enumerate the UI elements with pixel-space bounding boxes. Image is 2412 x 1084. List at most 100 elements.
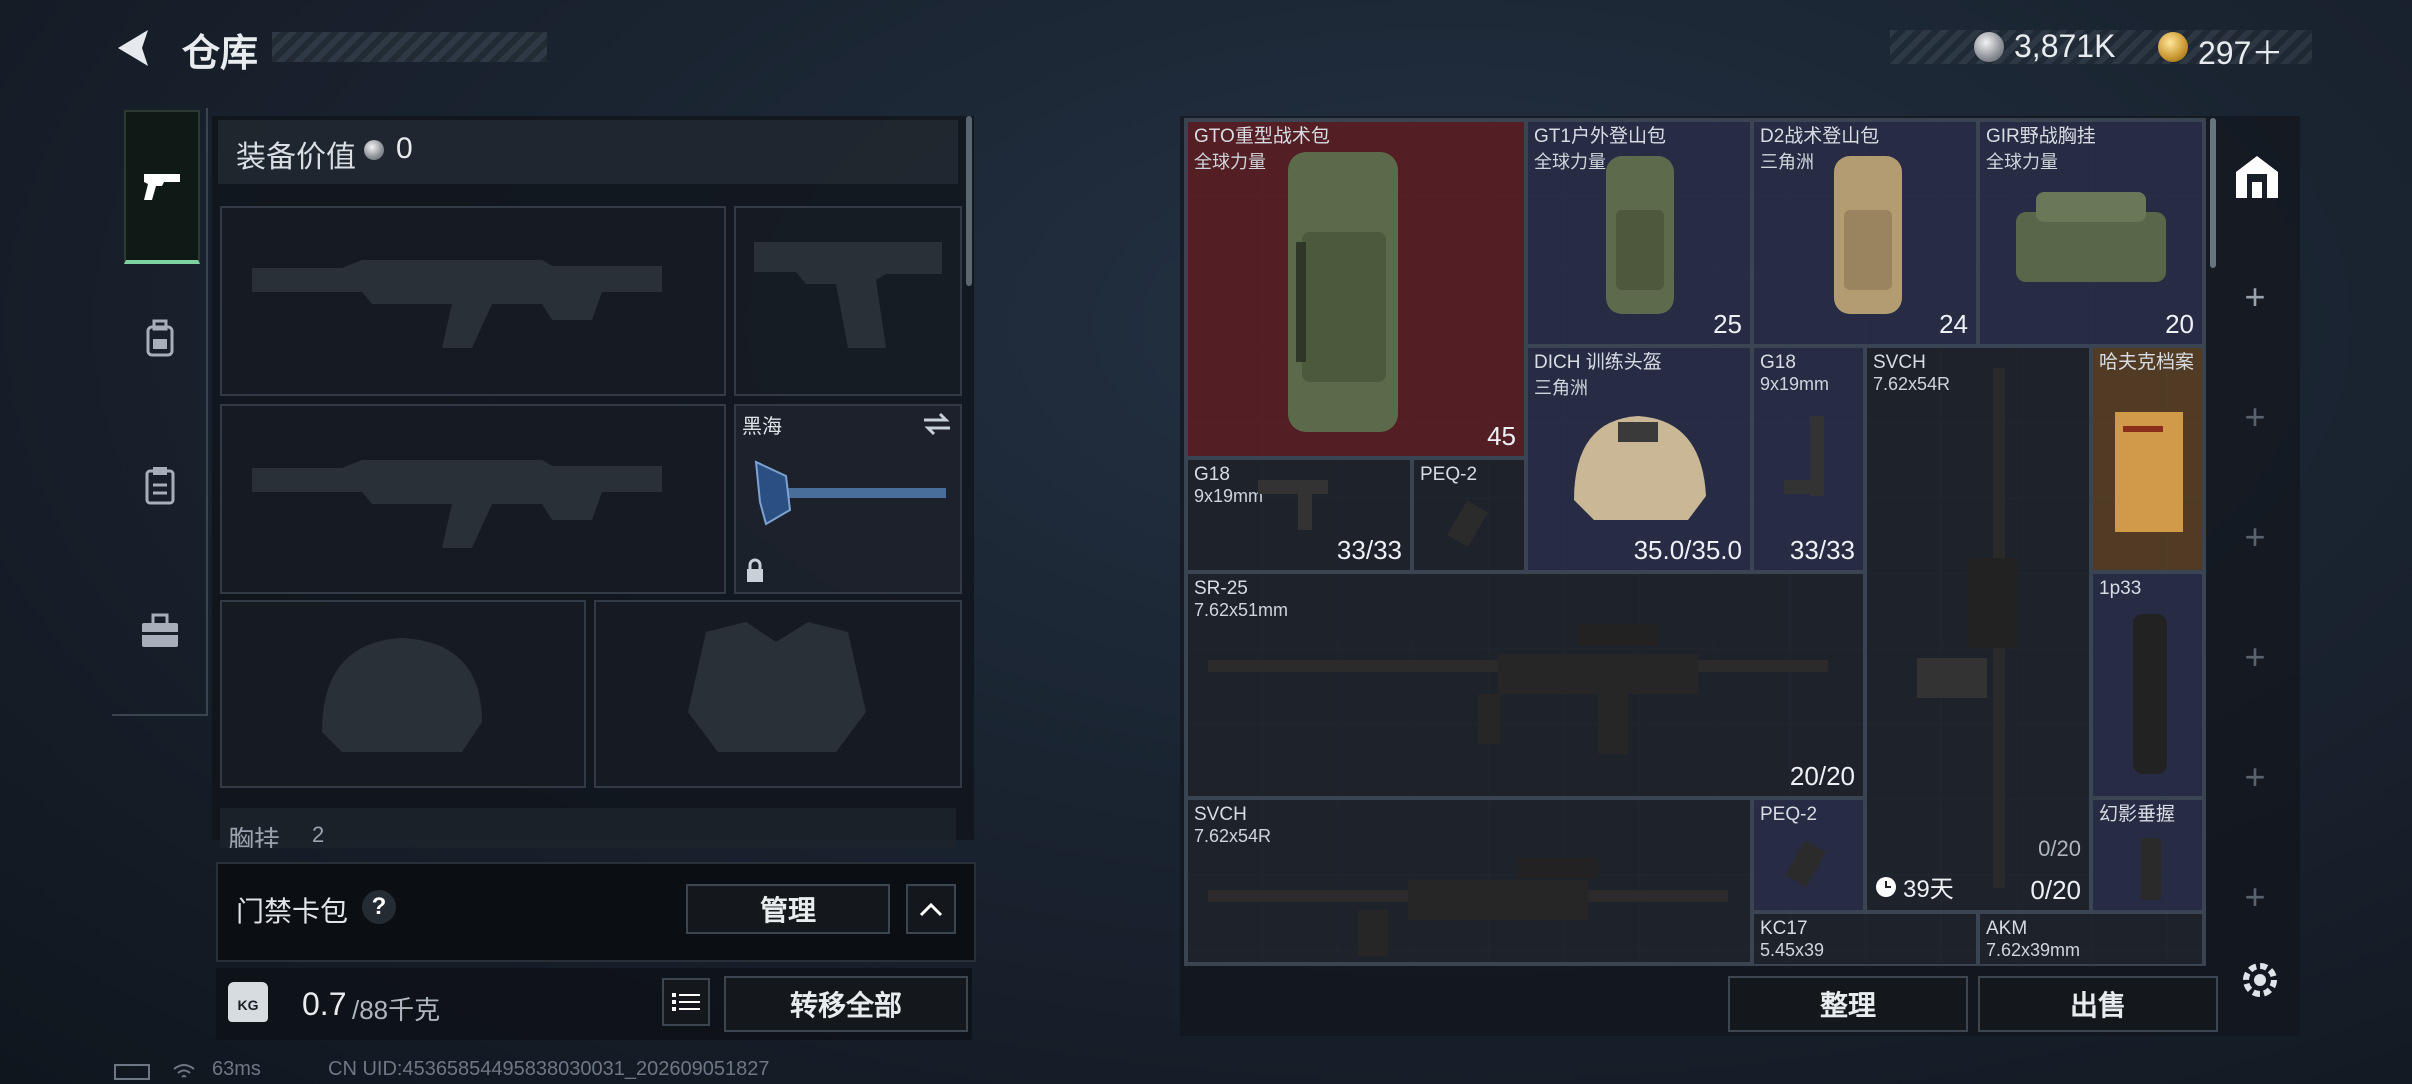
stash-item-1p33-scope[interactable]: 1p33 xyxy=(2091,572,2204,798)
tactical-axe-icon xyxy=(754,460,946,526)
scope-image xyxy=(2133,614,2167,774)
settings-gear-icon[interactable] xyxy=(2238,958,2282,1002)
rifle-silhouette-icon xyxy=(252,460,662,548)
stash-item-g18-pistol[interactable]: G18 9x19mm 33/33 xyxy=(1186,458,1412,572)
organize-button[interactable]: 整理 xyxy=(1728,976,1968,1032)
item-ammo-value: 33/33 xyxy=(1336,535,1402,565)
stash-item-svch-rifle[interactable]: SVCH 7.62x54R xyxy=(1186,798,1752,964)
armor-slot[interactable] xyxy=(594,600,962,788)
kg-weight-icon: KG xyxy=(228,982,268,1022)
nav-gear-tab[interactable] xyxy=(124,284,196,394)
stash-item-sr25-rifle[interactable]: SR-25 7.62x51mm 20/20 xyxy=(1186,572,1865,798)
nav-clipboard-tab[interactable] xyxy=(124,430,196,540)
item-weight-value: 20 xyxy=(2165,309,2194,339)
sell-button[interactable]: 出售 xyxy=(1978,976,2218,1032)
pistol-image xyxy=(1258,480,1328,530)
timer-text: 39天 xyxy=(1903,876,1954,903)
backpack-image xyxy=(1606,156,1674,314)
gold-currency-value[interactable]: 297＋ xyxy=(2198,28,2283,74)
clock-icon xyxy=(1876,876,1896,897)
item-weight-value: 24 xyxy=(1939,309,1968,339)
ping-text: 63ms xyxy=(212,1058,261,1080)
add-stash-tab-icon[interactable]: + xyxy=(2240,879,2270,915)
kg-label: KG xyxy=(237,997,259,1013)
stash-item-akm[interactable]: AKM 7.62x39mm xyxy=(1978,912,2204,964)
stash-item-gto-backpack[interactable]: GTO重型战术包 全球力量 45 xyxy=(1186,120,1526,458)
equipment-scrollbar[interactable] xyxy=(966,116,972,286)
melee-slot[interactable]: 黑海 xyxy=(734,404,962,594)
lock-icon xyxy=(747,558,763,582)
uid-text: CN UID:45365854495838030031_202609051827 xyxy=(328,1058,770,1080)
stash-item-peq2-laser[interactable]: PEQ-2 xyxy=(1412,458,1526,572)
battery-icon xyxy=(114,1064,150,1080)
item-ammo-small: 0/20 xyxy=(2038,836,2081,861)
weight-current: 0.7 xyxy=(302,986,347,1022)
back-arrow-icon[interactable] xyxy=(112,26,156,70)
silver-coin-icon xyxy=(364,140,384,160)
document-file-image xyxy=(2115,412,2183,532)
equipment-value-label: 装备价值 xyxy=(236,141,356,174)
stash-item-gt1-backpack[interactable]: GT1户外登山包 全球力量 25 xyxy=(1526,120,1752,346)
swap-icon[interactable] xyxy=(922,412,952,436)
primary-weapon-slot[interactable] xyxy=(220,206,726,396)
stash-item-gir-chest-rig[interactable]: GIR野战胸挂 全球力量 20 xyxy=(1978,120,2204,346)
pistol-image xyxy=(1784,416,1824,496)
stash-item-g18-pistol[interactable]: G18 9x19mm 33/33 xyxy=(1752,346,1865,572)
manage-button[interactable]: 管理 xyxy=(686,884,890,934)
stash-item-peq2-laser[interactable]: PEQ-2 xyxy=(1752,798,1865,912)
pistol-icon xyxy=(144,174,180,200)
item-ammo-value: 20/20 xyxy=(1789,761,1855,791)
chest-rig-label: 胸挂 xyxy=(228,825,281,848)
laser-module-image xyxy=(1785,840,1826,888)
rifle-silhouette-icon xyxy=(252,260,662,348)
add-stash-tab-icon[interactable]: + xyxy=(2240,519,2270,555)
collapse-button[interactable] xyxy=(906,884,956,934)
laser-module-image xyxy=(1447,500,1488,548)
item-durability-value: 35.0/35.0 xyxy=(1633,535,1742,565)
add-stash-tab-icon[interactable]: + xyxy=(2240,639,2270,675)
clipboard-icon xyxy=(145,467,175,505)
home-stash-icon[interactable] xyxy=(2232,152,2282,202)
weight-max: /88千克 xyxy=(352,995,441,1025)
backpack-icon xyxy=(146,319,174,357)
stash-item-svch-rifle-tall[interactable]: SVCH 7.62x54R 0/20 0/20 39天 xyxy=(1865,346,2091,912)
add-stash-tab-icon[interactable]: + xyxy=(2240,279,2270,315)
silver-coin-icon xyxy=(1974,32,2004,62)
backpack-image xyxy=(1834,156,1902,314)
wifi-icon xyxy=(173,1064,195,1078)
helmet-slot[interactable] xyxy=(220,600,586,788)
chevron-up-icon xyxy=(919,902,943,917)
toolbox-icon xyxy=(142,613,178,647)
page-title: 仓库 xyxy=(182,33,259,75)
stash-item-dich-helmet[interactable]: DICH 训练头盔 三角洲 35.0/35.0 xyxy=(1526,346,1752,572)
stash-scrollbar[interactable] xyxy=(2210,118,2216,268)
stash-item-phantom-grip[interactable]: 幻影垂握 xyxy=(2091,798,2204,912)
gold-triangle-coin-icon xyxy=(2158,32,2188,62)
helmet-image xyxy=(1574,416,1706,520)
pistol-silhouette-icon xyxy=(754,242,942,348)
vest-silhouette-icon xyxy=(688,622,866,752)
help-mark: ? xyxy=(371,893,387,920)
nav-weapon-tab[interactable] xyxy=(124,110,200,264)
item-weight-value: 45 xyxy=(1487,421,1516,451)
list-icon xyxy=(672,993,700,1011)
foregrip-image xyxy=(2141,838,2161,900)
nav-toolbox-tab[interactable] xyxy=(124,576,196,686)
add-stash-tab-icon[interactable]: + xyxy=(2240,399,2270,435)
helmet-silhouette-icon xyxy=(322,638,482,752)
help-icon[interactable]: ? xyxy=(362,890,396,924)
stash-item-d2-backpack[interactable]: D2战术登山包 三角洲 24 xyxy=(1752,120,1978,346)
rifle-image xyxy=(1208,624,1828,754)
transfer-all-button[interactable]: 转移全部 xyxy=(724,976,968,1032)
stash-item-haavk-file[interactable]: 哈夫克档案 xyxy=(2091,346,2204,572)
list-view-button[interactable] xyxy=(662,978,710,1026)
stash-item-kc17[interactable]: KC17 5.45x39 xyxy=(1752,912,1978,964)
chest-rig-row[interactable]: 胸挂 2 xyxy=(220,808,956,848)
sniper-rifle-image xyxy=(1917,368,2017,888)
sidearm-slot[interactable] xyxy=(734,206,962,396)
stash-grid: GTO重型战术包 全球力量 45 GT1户外登山包 全球力量 25 D2战术登山… xyxy=(1184,118,2206,966)
equipment-value-number: 0 xyxy=(396,132,413,165)
chest-rig-image xyxy=(2016,192,2166,282)
add-stash-tab-icon[interactable]: + xyxy=(2240,759,2270,795)
secondary-weapon-slot[interactable] xyxy=(220,404,726,594)
